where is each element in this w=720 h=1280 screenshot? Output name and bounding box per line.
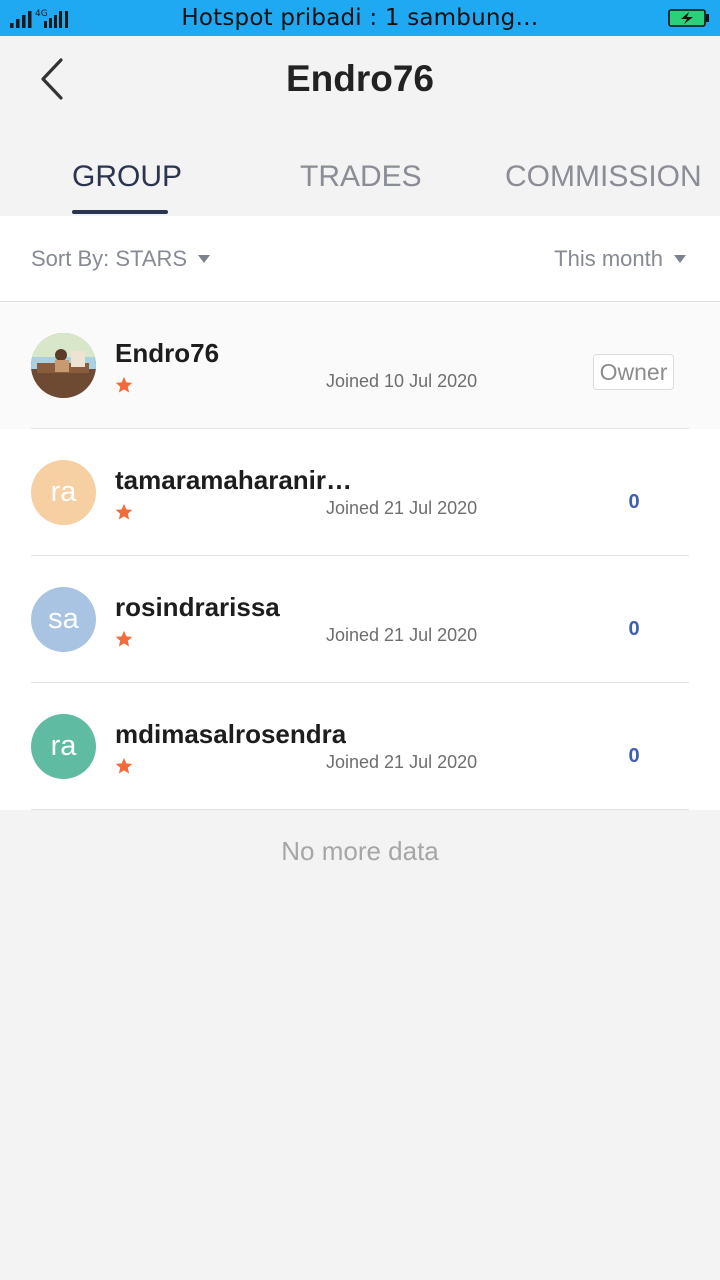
caret-down-icon [198,255,211,263]
member-count: 0 [628,745,640,767]
period-label: This month [554,246,663,271]
page-title: Endro76 [285,58,435,99]
joined-date: Joined 21 Jul 2020 [326,498,478,518]
no-more-data-label: No more data [281,836,439,866]
avatar: ra [31,460,96,525]
member-name: tamaramaharanir… [115,465,352,495]
star-icon [115,376,133,393]
active-tab-indicator [72,210,168,214]
joined-date: Joined 21 Jul 2020 [326,752,478,772]
avatar: ra [31,714,96,779]
sort-label: Sort By: STARS [31,246,188,271]
period-dropdown[interactable]: This month [554,246,686,272]
owner-badge: Owner [593,354,674,390]
star-icon [115,757,133,774]
joined-date: Joined 21 Jul 2020 [326,625,478,645]
avatar-photo [31,333,96,398]
tab-commission[interactable]: COMMISSION [505,160,702,194]
star-icon [115,503,133,520]
tab-group[interactable]: GROUP [72,160,182,194]
sort-dropdown[interactable]: Sort By: STARS [31,246,211,272]
member-count: 0 [628,618,640,640]
divider [31,809,689,810]
filter-row: Sort By: STARS This month [0,216,720,302]
avatar: sa [31,587,96,652]
member-row[interactable]: Endro76 Joined 10 Jul 2020 Owner [0,302,720,429]
status-bar-text: Hotspot pribadi : 1 sambung… [181,5,539,31]
tab-trades[interactable]: TRADES [300,160,422,194]
member-row[interactable]: ra tamaramaharanir… Joined 21 Jul 2020 0 [0,429,720,556]
star-icon [115,630,133,647]
member-name: mdimasalrosendra [115,719,347,749]
member-name: rosindrarissa [115,592,280,622]
member-name: Endro76 [115,338,220,368]
battery-charging-icon [668,9,709,27]
joined-date: Joined 10 Jul 2020 [326,371,478,391]
member-count: 0 [628,491,640,513]
tab-bar: GROUP TRADES COMMISSION [0,150,720,216]
member-row[interactable]: ra mdimasalrosendra Joined 21 Jul 2020 0 [0,683,720,810]
status-bar: 4G Hotspot pribadi : 1 sambung… [0,0,720,36]
member-row[interactable]: sa rosindrarissa Joined 21 Jul 2020 0 [0,556,720,683]
member-list: Endro76 Joined 10 Jul 2020 Owner ra tama… [0,302,720,810]
avatar [31,333,96,398]
caret-down-icon [674,255,686,263]
